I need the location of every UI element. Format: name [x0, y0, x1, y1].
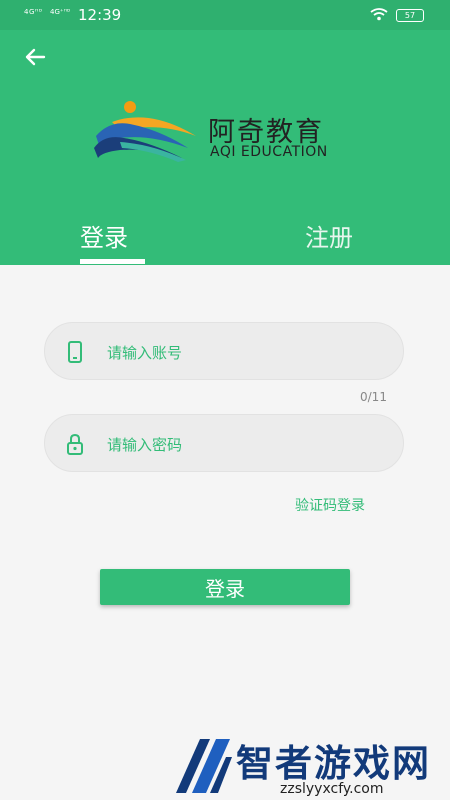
account-input[interactable]	[105, 337, 389, 369]
battery-icon: 57	[396, 9, 424, 22]
battery-level: 57	[404, 11, 416, 20]
watermark: 智者游戏网 zzslyyxcfy.com	[170, 733, 450, 800]
password-field[interactable]	[44, 414, 404, 472]
active-tab-indicator	[80, 259, 145, 264]
watermark-title: 智者游戏网	[236, 742, 431, 785]
signal-2-text: 4G⁺ᴴᴰ	[50, 8, 71, 16]
back-arrow-icon[interactable]	[22, 44, 48, 70]
tab-register[interactable]: 注册	[305, 218, 353, 253]
lock-icon	[67, 433, 83, 455]
brand-name-en: AQI EDUCATION	[210, 144, 328, 160]
wifi-icon	[370, 8, 388, 21]
signal-1-text: 4Gᴴᴰ	[24, 8, 43, 16]
login-button[interactable]: 登录	[100, 569, 350, 605]
header: 4Gᴴᴰ 4G⁺ᴴᴰ 12:39 57 阿奇教育 AQI EDUCATION 登…	[0, 0, 450, 265]
sms-login-link[interactable]: 验证码登录	[295, 495, 365, 515]
watermark-logo-icon	[176, 739, 232, 793]
tab-login[interactable]: 登录	[80, 218, 128, 253]
phone-icon	[68, 341, 82, 363]
status-bar: 4Gᴴᴰ 4G⁺ᴴᴰ 12:39 57	[0, 0, 450, 30]
account-char-counter: 0/11	[360, 390, 387, 404]
account-field[interactable]	[44, 322, 404, 380]
status-time: 12:39	[78, 6, 122, 24]
password-input[interactable]	[105, 429, 389, 461]
watermark-url: zzslyyxcfy.com	[280, 781, 384, 797]
